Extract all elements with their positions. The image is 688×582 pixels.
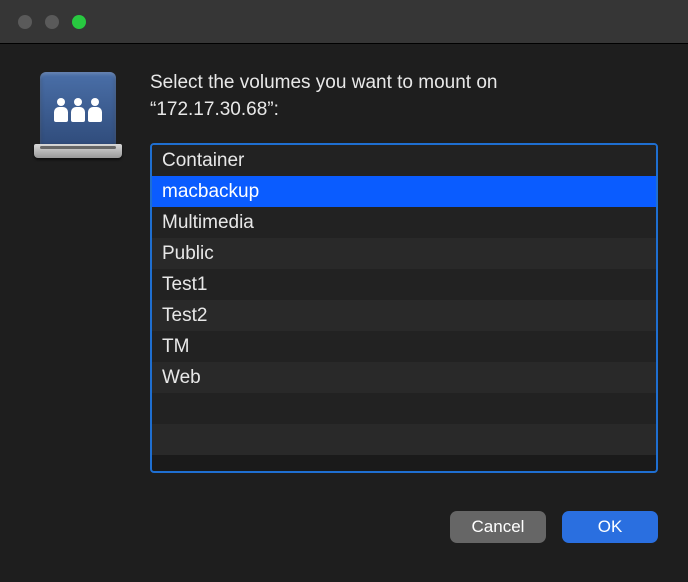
volume-row-web[interactable]: Web (152, 362, 656, 393)
volume-row-macbackup[interactable]: macbackup (152, 176, 656, 207)
cancel-button[interactable]: Cancel (450, 511, 546, 543)
volume-row-test1[interactable]: Test1 (152, 269, 656, 300)
volume-row-empty (152, 393, 656, 424)
volume-row-test2[interactable]: Test2 (152, 300, 656, 331)
volume-row-empty (152, 424, 656, 455)
titlebar (0, 0, 688, 44)
prompt-line-1: Select the volumes you want to mount on (150, 72, 497, 93)
maximize-window-button[interactable] (72, 15, 86, 29)
volume-row-container[interactable]: Container (152, 145, 656, 176)
prompt-text: Select the volumes you want to mount on … (150, 70, 658, 123)
prompt-line-2: “172.17.30.68”: (150, 99, 279, 120)
network-drive-icon (30, 70, 126, 166)
ok-button[interactable]: OK (562, 511, 658, 543)
minimize-window-button[interactable] (45, 15, 59, 29)
volume-list[interactable]: ContainermacbackupMultimediaPublicTest1T… (150, 143, 658, 473)
volume-row-tm[interactable]: TM (152, 331, 656, 362)
volume-row-public[interactable]: Public (152, 238, 656, 269)
close-window-button[interactable] (18, 15, 32, 29)
volume-row-multimedia[interactable]: Multimedia (152, 207, 656, 238)
